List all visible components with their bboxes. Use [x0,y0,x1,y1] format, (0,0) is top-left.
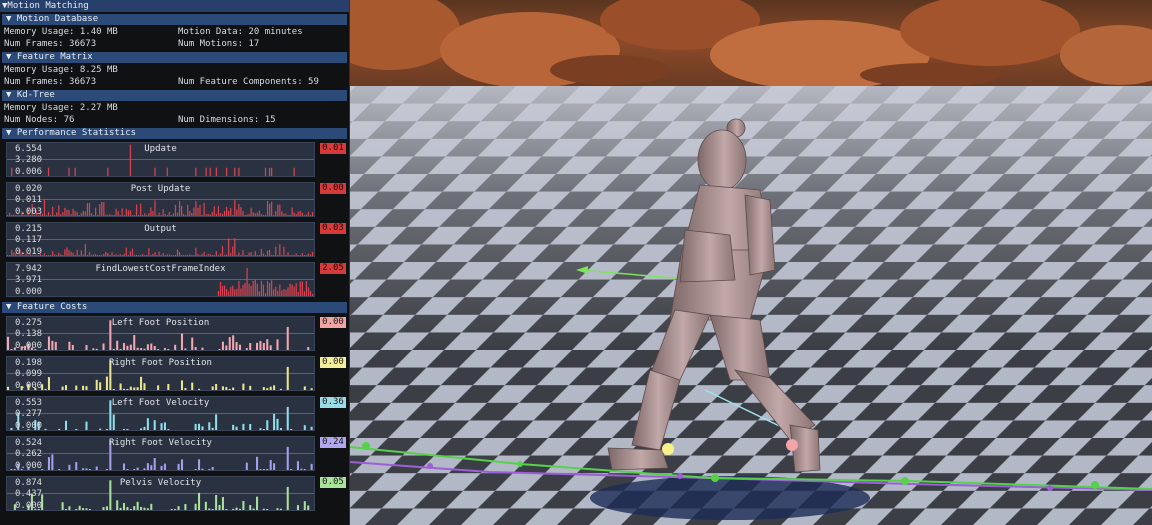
triangle-down-icon: ▼ [6,52,17,62]
kd-tree-memory-usage: Memory Usage: 2.27 MB [4,103,118,113]
plot-y-mid: 0.011 [15,195,43,205]
kd-tree-row-1: Memory Usage: 2.27 MB [0,102,349,114]
plot-y-min: 0.000 [15,341,43,351]
kd-tree-header[interactable]: ▼ Kd-Tree [2,90,347,101]
window-titlebar[interactable]: ▼Motion Matching [0,0,349,12]
current-value-badge: 0.01 [320,143,346,154]
plot-y-min: 0.019 [15,247,43,257]
current-value-badge: 0.00 [320,183,346,194]
feature-matrix-row-1: Memory Usage: 8.25 MB [0,64,349,76]
plot-title: FindLowestCostFrameIndex [95,264,226,274]
feature-matrix-header[interactable]: ▼ Feature Matrix [2,52,347,63]
histogram-plot[interactable]: 0.275 0.138 0.000 Left Foot Position [6,316,315,351]
scene-render [350,0,1152,525]
kd-tree-num-dimensions: Num Dimensions: 15 [178,115,276,125]
plot-title: Pelvis Velocity [119,478,202,488]
motion-database-row-2: Num Frames: 36673 Num Motions: 17 [0,38,349,50]
plot-y-mid: 3.280 [15,155,43,165]
right-foot-marker [786,439,798,451]
motion-database-label: Motion Database [16,14,99,24]
plot-y-mid: 0.117 [15,235,43,245]
plot-row-pelvis-velocity: 0.874 0.437 0.000 Pelvis Velocity 0.05 [0,474,349,514]
desert-backdrop [350,0,1152,90]
triangle-down-icon: ▼ [6,128,17,138]
plot-row-left-foot-position: 0.275 0.138 0.000 Left Foot Position 0.0… [0,314,349,354]
feature-matrix-label: Feature Matrix [16,52,93,62]
current-value-badge: 0.36 [320,397,346,408]
plot-y-min: 0.000 [15,287,43,297]
plot-y-mid: 0.262 [15,449,43,459]
plot-y-min: 0.000 [15,501,43,511]
plot-title: Post Update [130,184,191,194]
plot-row-right-foot-position: 0.198 0.099 0.000 Right Foot Position 0.… [0,354,349,394]
left-foot-marker [662,443,674,455]
scene-viewport[interactable] [350,0,1152,525]
current-value-badge: 0.03 [320,223,346,234]
triangle-down-icon: ▼ [6,14,17,24]
performance-plots: 6.554 3.280 0.006 Update 0.01 0.020 0.01… [0,140,349,300]
feature-cost-plots: 0.275 0.138 0.000 Left Foot Position 0.0… [0,314,349,514]
plot-title: Output [144,224,177,234]
current-value-badge: 0.00 [320,357,346,368]
plot-y-min: 0.000 [15,381,43,391]
plot-title: Update [144,144,177,154]
motion-database-header[interactable]: ▼ Motion Database [2,14,347,25]
plot-y-min: 0.003 [15,207,43,217]
plot-y-mid: 0.437 [15,489,43,499]
motion-database-row-1: Memory Usage: 1.40 MB Motion Data: 20 mi… [0,26,349,38]
kd-tree-num-nodes: Num Nodes: 76 [4,115,75,125]
plot-title: Left Foot Velocity [111,398,210,408]
motion-db-num-motions: Num Motions: 17 [178,39,260,49]
feature-matrix-memory-usage: Memory Usage: 8.25 MB [4,65,118,75]
plot-title: Right Foot Position [109,358,212,368]
feature-costs-label: Feature Costs [16,302,88,312]
plot-y-mid: 0.138 [15,329,43,339]
plot-title: Right Foot Velocity [109,438,212,448]
histogram-plot[interactable]: 0.524 0.262 0.000 Right Foot Velocity [6,436,315,471]
plot-row-left-foot-velocity: 0.553 0.277 0.000 Left Foot Velocity 0.3… [0,394,349,434]
histogram-plot[interactable]: 0.553 0.277 0.000 Left Foot Velocity [6,396,315,431]
plot-row-output: 0.215 0.117 0.019 Output 0.03 [0,220,349,260]
histogram-plot[interactable]: 0.215 0.117 0.019 Output [6,222,315,257]
performance-statistics-header[interactable]: ▼ Performance Statistics [2,128,347,139]
plot-y-mid: 0.277 [15,409,43,419]
motion-db-motion-data: Motion Data: 20 minutes [178,27,303,37]
plot-row-findlowestcostframeindex: 7.942 3.971 0.000 FindLowestCostFrameInd… [0,260,349,300]
kd-tree-label: Kd-Tree [16,90,55,100]
performance-statistics-label: Performance Statistics [16,128,137,138]
motion-matching-panel[interactable]: ▼Motion Matching ▼ Motion Database Memor… [0,0,350,525]
plot-y-mid: 0.099 [15,369,43,379]
current-value-badge: 0.24 [320,437,346,448]
triangle-down-icon: ▼ [6,90,17,100]
plot-y-mid: 3.971 [15,275,43,285]
feature-matrix-num-components: Num Feature Components: 59 [178,77,319,87]
feature-costs-header[interactable]: ▼ Feature Costs [2,302,347,313]
window-title: Motion Matching [7,1,89,11]
plot-y-min: 0.000 [15,461,43,471]
motion-db-num-frames: Num Frames: 36673 [4,39,97,49]
feature-matrix-row-2: Num Frames: 36673 Num Feature Components… [0,76,349,88]
histogram-plot[interactable]: 0.020 0.011 0.003 Post Update [6,182,315,217]
motion-db-memory-usage: Memory Usage: 1.40 MB [4,27,118,37]
plot-row-right-foot-velocity: 0.524 0.262 0.000 Right Foot Velocity 0.… [0,434,349,474]
kd-tree-row-2: Num Nodes: 76 Num Dimensions: 15 [0,114,349,126]
plot-row-update: 6.554 3.280 0.006 Update 0.01 [0,140,349,180]
current-value-badge: 0.00 [320,317,346,328]
current-value-badge: 0.05 [320,477,346,488]
plot-row-post-update: 0.020 0.011 0.003 Post Update 0.00 [0,180,349,220]
triangle-down-icon: ▼ [6,302,17,312]
current-value-badge: 2.05 [320,263,346,274]
plot-title: Left Foot Position [111,318,210,328]
histogram-plot[interactable]: 6.554 3.280 0.006 Update [6,142,315,177]
character-shadow [590,476,870,520]
plot-y-min: 0.000 [15,421,43,431]
histogram-plot[interactable]: 0.198 0.099 0.000 Right Foot Position [6,356,315,391]
histogram-plot[interactable]: 7.942 3.971 0.000 FindLowestCostFrameInd… [6,262,315,297]
plot-y-min: 0.006 [15,167,43,177]
feature-matrix-num-frames: Num Frames: 36673 [4,77,97,87]
histogram-plot[interactable]: 0.874 0.437 0.000 Pelvis Velocity [6,476,315,511]
